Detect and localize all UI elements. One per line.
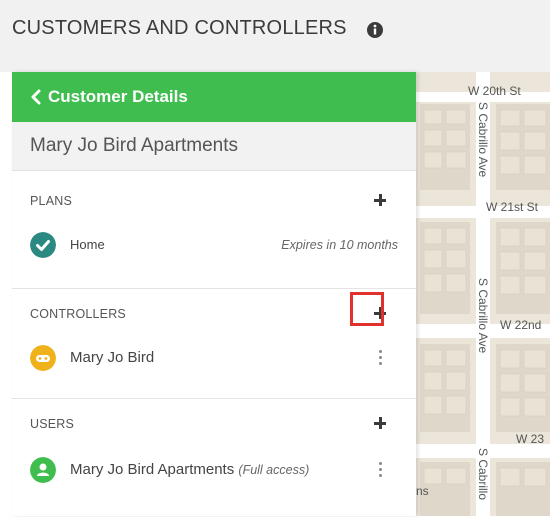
users-label: USERS — [30, 417, 75, 431]
map-label-w23: W 23 — [516, 432, 545, 446]
user-name-text: Mary Jo Bird Apartments — [70, 461, 235, 478]
page-title: CUSTOMERS AND CONTROLLERS — [12, 17, 347, 39]
map-label-w22nd: W 22nd — [500, 318, 542, 332]
map-view[interactable]: W 20th St S Cabrillo Ave W 21st St S Cab… — [416, 72, 550, 516]
info-icon[interactable] — [366, 21, 384, 39]
user-more-menu-icon[interactable] — [376, 462, 384, 480]
plans-label: PLANS — [30, 194, 72, 208]
page-header: CUSTOMERS AND CONTROLLERS — [0, 0, 550, 72]
map-label-partial: ns — [416, 484, 429, 498]
controllers-label: CONTROLLERS — [30, 307, 126, 321]
map-label-w21st: W 21st St — [486, 200, 539, 214]
plan-name: Home — [70, 237, 105, 252]
user-access-level: (Full access) — [238, 463, 310, 477]
back-label: Customer Details — [48, 87, 188, 106]
controller-more-menu-icon[interactable] — [376, 350, 384, 368]
customer-details-panel: Customer Details Mary Jo Bird Apartments… — [12, 72, 416, 516]
controller-icon — [30, 345, 56, 371]
map-label-cabrillo-2: S Cabrillo Ave — [476, 278, 490, 354]
highlight-box — [350, 292, 384, 326]
back-to-customer-details-button[interactable]: Customer Details — [12, 72, 416, 122]
customer-name-row: Mary Jo Bird Apartments — [12, 122, 416, 171]
users-section: USERS Mary Jo Bird Apartments (Full acce… — [12, 398, 416, 517]
user-icon — [30, 457, 56, 483]
map-label-w20th: W 20th St — [468, 84, 521, 98]
add-user-button[interactable] — [370, 413, 390, 433]
controller-name: Mary Jo Bird — [70, 349, 155, 366]
add-plan-button[interactable] — [370, 190, 390, 210]
user-name: Mary Jo Bird Apartments (Full access) — [70, 461, 309, 478]
plan-expiry: Expires in 10 months — [281, 238, 398, 252]
customer-name: Mary Jo Bird Apartments — [30, 135, 239, 156]
chevron-left-icon — [31, 89, 41, 105]
check-circle-icon — [30, 232, 56, 258]
map-label-cabrillo-1: S Cabrillo Ave — [476, 102, 490, 178]
plans-section: PLANS Home Expires in 10 months — [12, 170, 416, 288]
map-label-cabrillo-3: S Cabrillo — [476, 448, 490, 501]
